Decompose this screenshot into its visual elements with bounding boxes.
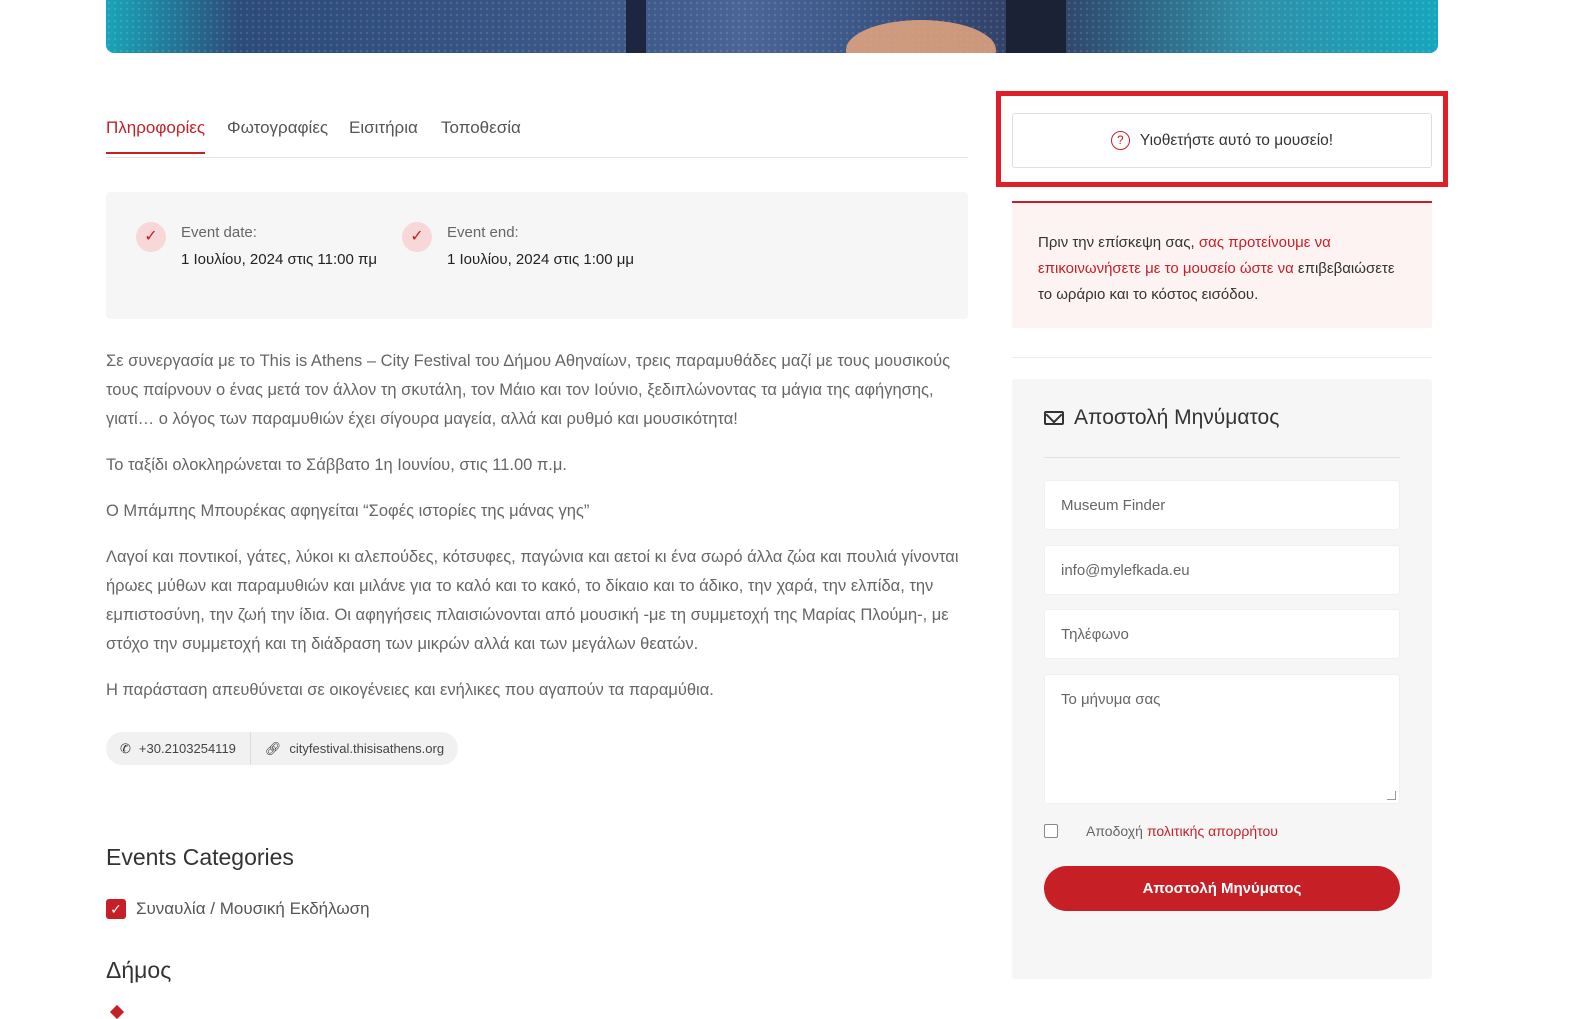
map-marker-icon (109, 1004, 125, 1019)
checkbox-checked-icon: ✓ (106, 899, 126, 919)
municipality-title: Δήμος (106, 957, 172, 983)
event-start-label: Event date: (181, 224, 257, 241)
description-paragraph: Το ταξίδι ολοκληρώνεται το Σάββατο 1η Ιο… (106, 456, 567, 474)
contact-pills: ✆ +30.2103254119 🔗︎ cityfestival.thisisa… (106, 732, 459, 765)
consent-checkbox[interactable] (1044, 824, 1058, 838)
description-paragraph: Ο Μπάμπης Μπουρέκας αφηγείται “Σοφές ιστ… (106, 502, 590, 520)
category-item[interactable]: ✓ Συναυλία / Μουσική Εκδήλωση (106, 899, 370, 919)
categories-title: Events Categories (106, 844, 294, 870)
phone-icon: ✆ (120, 740, 131, 756)
highlight-box (996, 91, 1448, 187)
event-end-label: Event end: (447, 224, 519, 241)
privacy-policy-link[interactable]: πολιτικής απορρήτου (1147, 823, 1278, 839)
category-label: Συναυλία / Μουσική Εκδήλωση (136, 899, 370, 918)
form-title: Αποστολή Μηνύματος (1044, 406, 1279, 430)
notice-text: Πριν την επίσκεψη σας, (1038, 234, 1199, 251)
hero-shadow-right (1006, 0, 1066, 53)
description-paragraph: Λαγοί και ποντικοί, γάτες, λύκοι κι αλεπ… (106, 548, 959, 653)
email-field[interactable]: info@mylefkada.eu (1044, 545, 1400, 595)
hero-shadow (626, 0, 646, 53)
event-end-value: 1 Ιουλίου, 2024 στις 1:00 μμ (447, 251, 635, 268)
tab-location[interactable]: Τοποθεσία (441, 118, 521, 152)
description-paragraph: Η παράσταση απευθύνεται σε οικογένειες κ… (106, 681, 714, 699)
name-field[interactable]: Museum Finder (1044, 480, 1400, 530)
hero-pattern (106, 0, 1438, 53)
phone-link[interactable]: ✆ +30.2103254119 (106, 732, 250, 765)
event-description: Σε συνεργασία με το This is Athens – Cit… (106, 347, 976, 722)
info-tabs: Πληροφορίες Φωτογραφίες Εισιτήρια Τοποθε… (106, 112, 968, 158)
website-text: cityfestival.thisisathens.org (289, 741, 445, 756)
check-icon: ✓ (136, 222, 166, 252)
message-field[interactable]: Το μήνυμα σας (1044, 674, 1400, 804)
send-message-button[interactable]: Αποστολή Μηνύματος (1044, 866, 1400, 911)
phone-text: +30.2103254119 (138, 741, 236, 756)
envelope-icon (1044, 411, 1064, 425)
event-start-value: 1 Ιουλίου, 2024 στις 11:00 πμ (181, 251, 377, 268)
tab-tickets[interactable]: Εισιτήρια (349, 118, 418, 152)
tab-photos[interactable]: Φωτογραφίες (227, 118, 328, 152)
event-dates-box: ✓ Event date: 1 Ιουλίου, 2024 στις 11:00… (106, 192, 968, 319)
visit-notice: Πριν την επίσκεψη σας, σας προτείνουμε ν… (1012, 201, 1432, 328)
website-link[interactable]: 🔗︎ cityfestival.thisisathens.org (249, 732, 458, 765)
contact-form: Αποστολή Μηνύματος Museum Finder info@my… (1012, 379, 1432, 979)
description-paragraph: Σε συνεργασία με το This is Athens – Cit… (106, 352, 951, 428)
form-divider (1044, 457, 1400, 458)
message-placeholder: Το μήνυμα σας (1061, 691, 1161, 708)
hero-image (106, 0, 1438, 53)
tab-info[interactable]: Πληροφορίες (106, 118, 206, 154)
consent-text: Αποδοχή (1086, 823, 1143, 839)
form-title-text: Αποστολή Μηνύματος (1074, 406, 1280, 429)
check-icon: ✓ (402, 222, 432, 252)
link-icon: 🔗︎ (264, 740, 282, 756)
privacy-consent: Αποδοχή πολιτικής απορρήτου (1044, 823, 1278, 839)
resize-handle-icon[interactable] (1387, 791, 1396, 800)
divider (1012, 357, 1432, 358)
phone-field[interactable]: Τηλέφωνο (1044, 609, 1400, 659)
